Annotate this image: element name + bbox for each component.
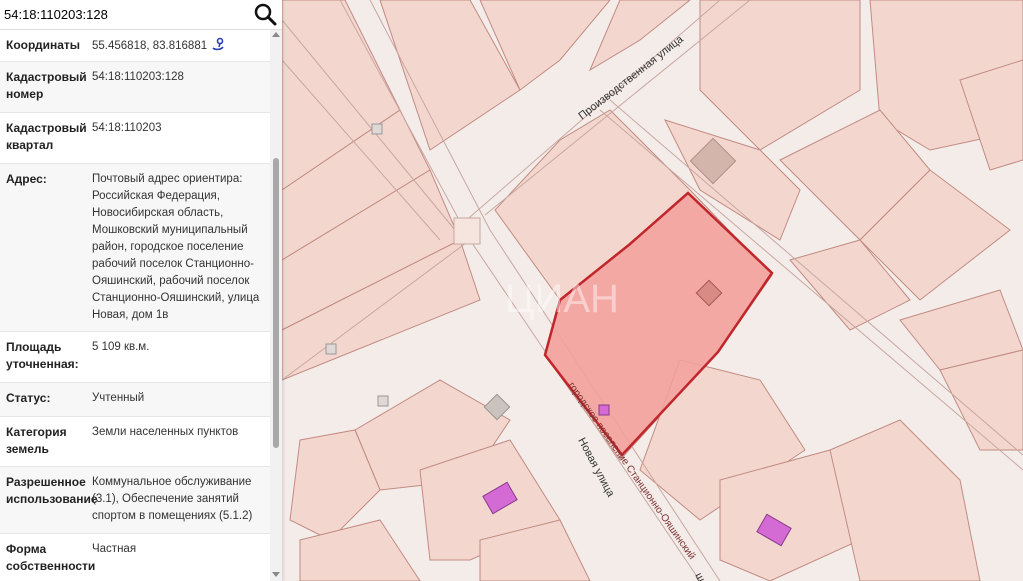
location-icon[interactable] bbox=[211, 37, 225, 57]
row-value: Частная bbox=[92, 543, 137, 555]
row-label: Координаты bbox=[6, 38, 81, 52]
row-value: 5 109 кв.м. bbox=[92, 341, 150, 353]
row-address: Адрес: Почтовый адрес ориентира: Российс… bbox=[0, 164, 270, 332]
row-cadastral-quarter: Кадастровый квартал 54:18:110203 bbox=[0, 113, 270, 164]
row-label: Кадастровый квартал bbox=[6, 121, 87, 152]
row-label: Категория земель bbox=[6, 425, 67, 456]
row-label: Статус: bbox=[6, 391, 51, 405]
search-icon bbox=[254, 3, 277, 26]
row-label: Форма собственности bbox=[6, 542, 96, 573]
scroll-down-icon[interactable] bbox=[272, 572, 280, 577]
row-value: Земли населенных пунктов bbox=[92, 426, 239, 438]
watermark: ЦИАН bbox=[505, 277, 619, 321]
scrollbar-thumb[interactable] bbox=[273, 158, 279, 448]
row-cadastral-number: Кадастровый номер 54:18:110203:128 bbox=[0, 62, 270, 113]
row-label: Адрес: bbox=[6, 172, 47, 186]
row-label: Площадь уточненная: bbox=[6, 340, 79, 371]
row-permitted-use: Разрешенное использование Коммунальное о… bbox=[0, 467, 270, 534]
row-land-category: Категория земель Земли населенных пункто… bbox=[0, 417, 270, 467]
row-value: Почтовый адрес ориентира: Российская Фед… bbox=[92, 173, 260, 321]
scrollbar[interactable] bbox=[270, 30, 282, 581]
row-label: Кадастровый номер bbox=[6, 70, 87, 101]
info-panel: Координаты 55.456818, 83.816881 Кадастро… bbox=[0, 0, 282, 581]
row-label: Разрешенное использование bbox=[6, 475, 98, 506]
row-status: Статус: Учтенный bbox=[0, 383, 270, 417]
search-button[interactable] bbox=[252, 1, 278, 27]
row-area: Площадь уточненная: 5 109 кв.м. bbox=[0, 332, 270, 383]
row-value: 54:18:110203 bbox=[92, 122, 162, 134]
row-value: 55.456818, 83.816881 bbox=[92, 37, 264, 57]
search-bar bbox=[0, 0, 282, 30]
search-input[interactable] bbox=[4, 3, 244, 25]
property-table: Координаты 55.456818, 83.816881 Кадастро… bbox=[0, 30, 270, 581]
row-coordinates: Координаты 55.456818, 83.816881 bbox=[0, 30, 270, 62]
row-value: Коммунальное обслуживание (3.1), Обеспеч… bbox=[92, 476, 253, 522]
row-value: Учтенный bbox=[92, 392, 145, 404]
scroll-up-icon[interactable] bbox=[272, 32, 280, 37]
row-value: 54:18:110203:128 bbox=[92, 71, 184, 83]
row-ownership: Форма собственности Частная bbox=[0, 534, 270, 581]
